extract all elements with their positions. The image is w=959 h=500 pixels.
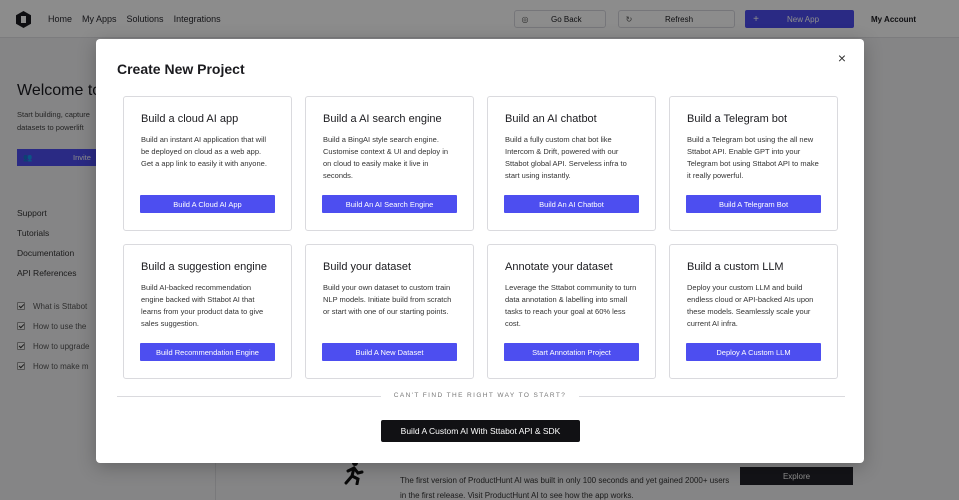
card-title: Build an AI chatbot <box>505 113 597 125</box>
card-description: Build an instant AI application that wil… <box>141 135 267 168</box>
card-title: Build a cloud AI app <box>141 113 239 125</box>
card-description: Leverage the Sttabot community to turn d… <box>505 283 637 328</box>
build-ai-chatbot-button[interactable]: Build An AI Chatbot <box>504 195 639 213</box>
deploy-custom-llm-button[interactable]: Deploy A Custom LLM <box>686 343 821 361</box>
card-title: Build a suggestion engine <box>141 261 267 273</box>
card-title: Build a Telegram bot <box>687 113 788 125</box>
card-description: Build your own dataset to custom train N… <box>323 283 452 316</box>
start-annotation-project-button[interactable]: Start Annotation Project <box>504 343 639 361</box>
project-card-ai-chatbot: Build an AI chatbot Build a fully custom… <box>487 96 656 231</box>
project-card-custom-llm: Build a custom LLM Deploy your custom LL… <box>669 244 838 379</box>
build-new-dataset-button[interactable]: Build A New Dataset <box>322 343 457 361</box>
card-title: Annotate your dataset <box>505 261 613 273</box>
project-card-annotate-dataset: Annotate your dataset Leverage the Sttab… <box>487 244 656 379</box>
card-description: Build a BingAI style search engine. Cust… <box>323 135 449 180</box>
build-custom-ai-button[interactable]: Build A Custom AI With Sttabot API & SDK <box>381 420 580 442</box>
project-type-grid: Build a cloud AI app Build an instant AI… <box>123 96 838 379</box>
build-telegram-bot-button[interactable]: Build A Telegram Bot <box>686 195 821 213</box>
card-description: Build a Telegram bot using the all new S… <box>687 135 819 180</box>
card-description: Build AI-backed recommendation engine ba… <box>141 283 264 328</box>
project-card-telegram-bot: Build a Telegram bot Build a Telegram bo… <box>669 96 838 231</box>
close-icon[interactable]: × <box>835 51 849 65</box>
divider-line <box>579 396 845 397</box>
card-description: Deploy your custom LLM and build endless… <box>687 283 814 328</box>
project-card-suggestion-engine: Build a suggestion engine Build AI-backe… <box>123 244 292 379</box>
card-title: Build a custom LLM <box>687 261 784 273</box>
card-description: Build a fully custom chat bot like Inter… <box>505 135 627 180</box>
divider-caption: CAN'T FIND THE RIGHT WAY TO START? <box>393 392 567 399</box>
project-card-ai-search-engine: Build a AI search engine Build a BingAI … <box>305 96 474 231</box>
build-recommendation-engine-button[interactable]: Build Recommendation Engine <box>140 343 275 361</box>
divider-line <box>117 396 381 397</box>
project-card-dataset: Build your dataset Build your own datase… <box>305 244 474 379</box>
build-cloud-ai-app-button[interactable]: Build A Cloud AI App <box>140 195 275 213</box>
build-ai-search-engine-button[interactable]: Build An AI Search Engine <box>322 195 457 213</box>
card-title: Build a AI search engine <box>323 113 442 125</box>
project-card-cloud-ai-app: Build a cloud AI app Build an instant AI… <box>123 96 292 231</box>
create-project-modal: Create New Project × Build a cloud AI ap… <box>96 39 864 463</box>
card-title: Build your dataset <box>323 261 412 273</box>
modal-title: Create New Project <box>117 61 245 77</box>
